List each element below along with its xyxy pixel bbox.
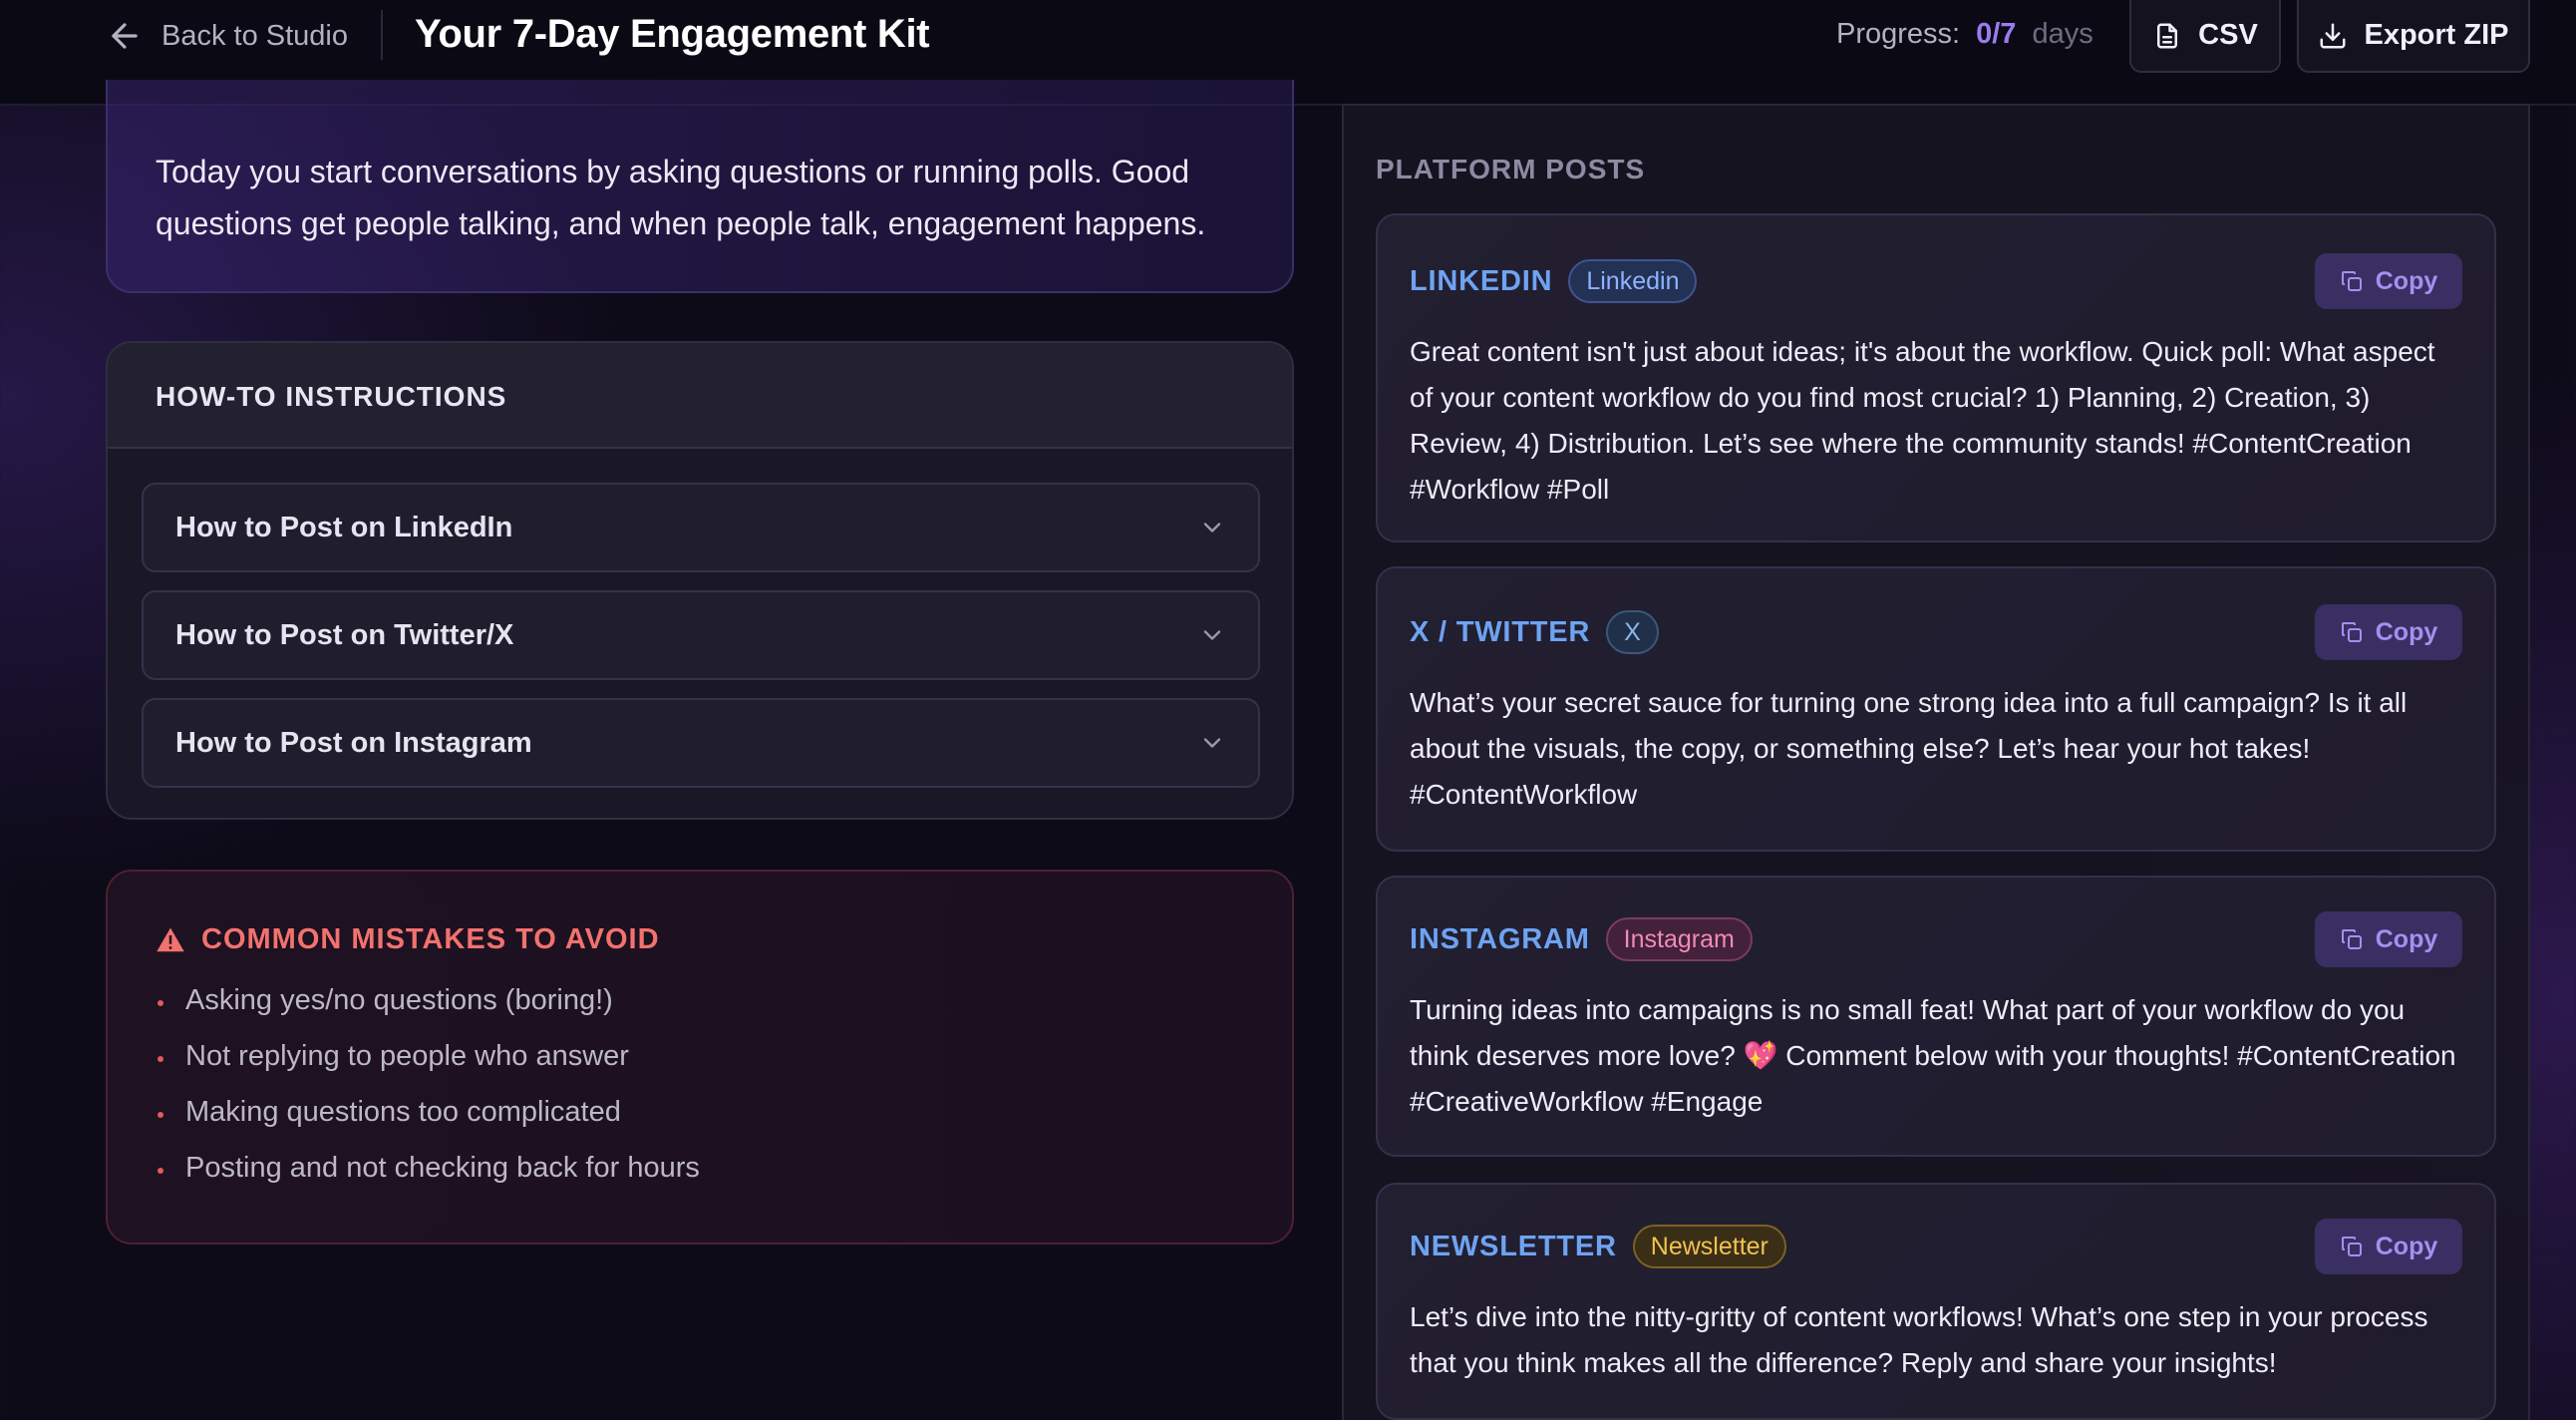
post-card-newsletter: NEWSLETTER Newsletter Copy Let’s dive in… <box>1376 1183 2496 1420</box>
platform-name: NEWSLETTER <box>1410 1230 1617 1262</box>
accordion-linkedin[interactable]: How to Post on LinkedIn <box>142 483 1260 572</box>
mistakes-list: Asking yes/no questions (boring!) Not re… <box>156 972 1244 1196</box>
mistake-item: Not replying to people who answer <box>156 1028 1244 1084</box>
copy-icon <box>2341 929 2362 949</box>
post-card-x: X / TWITTER X Copy What’s your secret sa… <box>1376 566 2496 852</box>
copy-button[interactable]: Copy <box>2315 1219 2462 1274</box>
copy-button[interactable]: Copy <box>2315 911 2462 967</box>
back-link-label: Back to Studio <box>161 19 348 52</box>
platform-name: LINKEDIN <box>1410 264 1553 297</box>
arrow-left-icon <box>112 23 138 49</box>
mistakes-title: COMMON MISTAKES TO AVOID <box>201 923 660 955</box>
copy-button-label: Copy <box>2375 1232 2438 1260</box>
back-to-studio-link[interactable]: Back to Studio <box>106 16 348 56</box>
post-body: Turning ideas into campaigns is no small… <box>1410 994 2456 1117</box>
how-to-instructions-card: HOW-TO INSTRUCTIONS How to Post on Linke… <box>106 341 1294 820</box>
post-body: What’s your secret sauce for turning one… <box>1410 687 2408 810</box>
day-intro-text: Today you start conversations by asking … <box>156 154 1206 241</box>
chevron-down-icon <box>1203 630 1221 640</box>
progress-value: 0/7 <box>1976 18 2017 50</box>
mistakes-header: COMMON MISTAKES TO AVOID <box>156 923 1244 956</box>
copy-button[interactable]: Copy <box>2315 253 2462 309</box>
post-body: Let’s dive into the nitty-gritty of cont… <box>1410 1301 2428 1378</box>
platform-name: INSTAGRAM <box>1410 922 1590 955</box>
accordion-label: How to Post on Instagram <box>175 726 532 759</box>
platform-tag: X <box>1606 610 1659 654</box>
download-icon <box>2320 23 2346 48</box>
platform-tag: Linkedin <box>1568 259 1698 303</box>
platform-tag: Instagram <box>1605 917 1753 961</box>
platform-posts-label: PLATFORM POSTS <box>1376 154 1646 184</box>
mistake-item: Making questions too complicated <box>156 1084 1244 1140</box>
mistake-item: Posting and not checking back for hours <box>156 1140 1244 1196</box>
accordion-label: How to Post on LinkedIn <box>175 511 513 543</box>
accordion-twitter[interactable]: How to Post on Twitter/X <box>142 590 1260 680</box>
platform-name: X / TWITTER <box>1410 615 1591 648</box>
progress-unit: days <box>2032 18 2093 50</box>
csv-button-label: CSV <box>2198 19 2258 51</box>
file-icon <box>2157 23 2178 48</box>
csv-button[interactable]: CSV <box>2129 0 2281 73</box>
page-title: Your 7-Day Engagement Kit <box>415 12 930 56</box>
post-header: LINKEDIN Linkedin Copy <box>1410 249 2462 313</box>
post-header: INSTAGRAM Instagram Copy <box>1410 907 2462 971</box>
copy-button-label: Copy <box>2375 617 2438 646</box>
copy-icon <box>2341 271 2362 291</box>
export-zip-button[interactable]: Export ZIP <box>2297 0 2530 73</box>
post-card-linkedin: LINKEDIN Linkedin Copy Great content isn… <box>1376 213 2496 542</box>
chevron-down-icon <box>1203 523 1221 532</box>
warning-icon <box>157 927 184 951</box>
day-intro-card: Today you start conversations by asking … <box>106 80 1294 293</box>
post-header: X / TWITTER X Copy <box>1410 600 2462 664</box>
copy-icon <box>2341 1237 2362 1256</box>
progress-label: Progress: <box>1836 18 1961 50</box>
accordion-instagram[interactable]: How to Post on Instagram <box>142 698 1260 788</box>
export-zip-label: Export ZIP <box>2364 19 2509 51</box>
header-divider <box>381 10 383 60</box>
progress-indicator: Progress: 0/7 days <box>1836 18 2093 51</box>
copy-button-label: Copy <box>2375 924 2438 953</box>
common-mistakes-card: COMMON MISTAKES TO AVOID Asking yes/no q… <box>106 870 1294 1244</box>
how-to-title: HOW-TO INSTRUCTIONS <box>108 343 1292 449</box>
copy-button-label: Copy <box>2375 266 2438 295</box>
chevron-down-icon <box>1203 738 1221 748</box>
post-header: NEWSLETTER Newsletter Copy <box>1410 1215 2462 1278</box>
mistake-item: Asking yes/no questions (boring!) <box>156 972 1244 1028</box>
post-card-instagram: INSTAGRAM Instagram Copy Turning ideas i… <box>1376 876 2496 1157</box>
post-body: Great content isn't just about ideas; it… <box>1410 336 2435 505</box>
copy-icon <box>2341 622 2362 642</box>
platform-tag: Newsletter <box>1632 1225 1786 1268</box>
copy-button[interactable]: Copy <box>2315 604 2462 660</box>
accordion-label: How to Post on Twitter/X <box>175 618 514 651</box>
